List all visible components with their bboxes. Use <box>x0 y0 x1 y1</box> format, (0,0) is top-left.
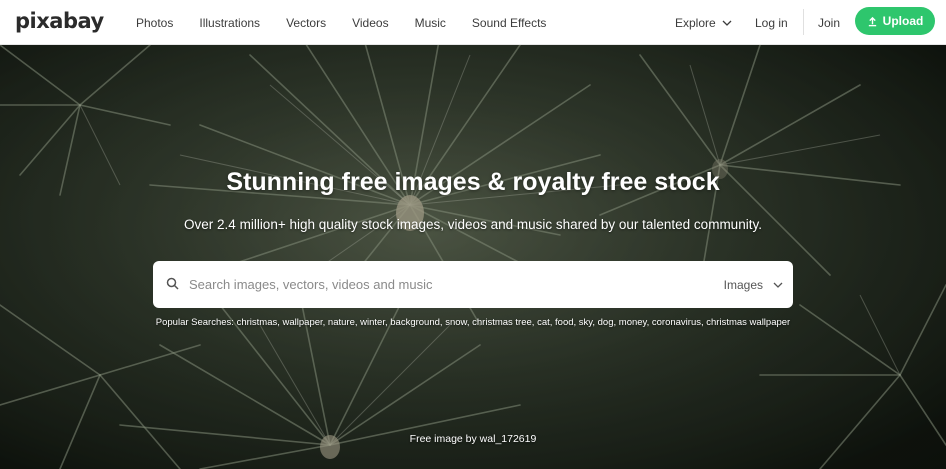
search-type-label: Images <box>723 277 763 292</box>
popular-tag[interactable]: christmas tree, <box>470 317 534 328</box>
nav-sound-effects[interactable]: Sound Effects <box>472 16 547 30</box>
popular-tag[interactable]: cat, <box>534 317 552 328</box>
popular-tag[interactable]: background, <box>388 317 442 328</box>
search-input[interactable] <box>189 271 709 298</box>
hero-section: Stunning free images & royalty free stoc… <box>0 45 946 469</box>
top-nav: pixabay Photos Illustrations Vectors Vid… <box>0 0 946 45</box>
popular-searches: Popular Searches: christmas, wallpaper, … <box>0 317 946 328</box>
pixabay-logo[interactable]: pixabay <box>15 9 104 33</box>
hero-subline: Over 2.4 million+ high quality stock ima… <box>184 217 762 232</box>
explore-label: Explore <box>675 15 716 30</box>
search-icon[interactable] <box>166 277 179 290</box>
nav-illustrations[interactable]: Illustrations <box>199 16 260 30</box>
popular-tag[interactable]: sky, <box>576 317 595 328</box>
upload-icon <box>868 16 876 26</box>
nav-photos[interactable]: Photos <box>136 16 173 30</box>
nav-music[interactable]: Music <box>415 16 446 30</box>
popular-tags: christmas, wallpaper, nature, winter, ba… <box>237 317 791 328</box>
popular-tag[interactable]: snow, <box>443 317 469 328</box>
upload-button[interactable]: Upload <box>855 7 935 35</box>
popular-tag[interactable]: nature, <box>325 317 358 328</box>
login-link[interactable]: Log in <box>755 0 788 45</box>
popular-tag[interactable]: coronavirus, <box>649 317 704 328</box>
hero-overlay <box>0 45 946 469</box>
popular-tag[interactable]: food, <box>552 317 576 328</box>
explore-menu[interactable]: Explore <box>675 0 732 45</box>
nav-vectors[interactable]: Vectors <box>286 16 326 30</box>
popular-tag[interactable]: christmas, <box>237 317 280 328</box>
join-link[interactable]: Join <box>818 0 840 45</box>
header-divider <box>803 9 804 35</box>
popular-label: Popular Searches: <box>155 317 234 328</box>
chevron-down-icon <box>722 20 732 26</box>
popular-tag[interactable]: dog, <box>595 317 617 328</box>
popular-tag[interactable]: christmas wallpaper <box>704 317 790 328</box>
popular-tag[interactable]: money, <box>616 317 649 328</box>
popular-tag[interactable]: wallpaper, <box>280 317 326 328</box>
main-nav: Photos Illustrations Vectors Videos Musi… <box>136 0 572 45</box>
search-type-select[interactable]: Images <box>724 261 783 308</box>
image-credit[interactable]: Free image by wal_172619 <box>0 433 946 445</box>
nav-videos[interactable]: Videos <box>352 16 388 30</box>
chevron-down-icon <box>773 282 783 288</box>
upload-label: Upload <box>882 14 924 28</box>
search-bar: Images <box>153 261 793 308</box>
hero-headline: Stunning free images & royalty free stoc… <box>226 168 720 196</box>
popular-tag[interactable]: winter, <box>358 317 387 328</box>
